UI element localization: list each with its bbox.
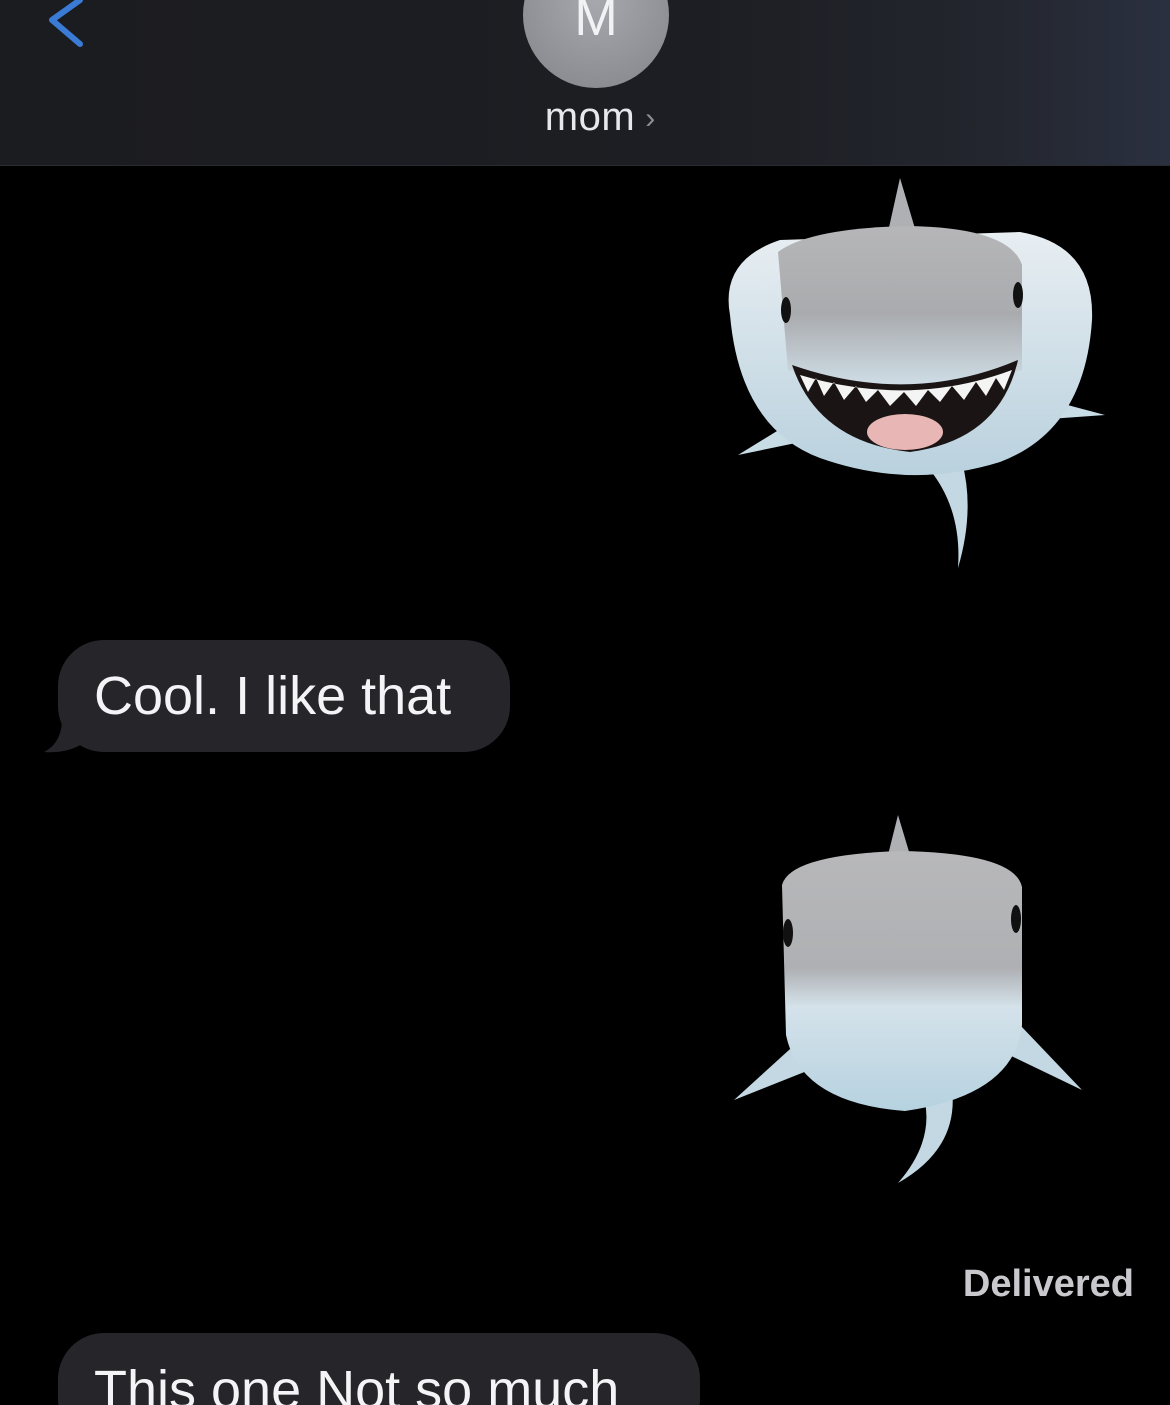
message-text: This one Not so much — [94, 1360, 620, 1405]
chevron-right-icon: › — [645, 101, 656, 135]
message-text: Cool. I like that — [94, 666, 452, 726]
messages-screen: M mom › Cool. I like that Delivered This… — [0, 0, 1170, 1405]
chevron-left-icon — [49, 0, 83, 47]
bubble-tail — [44, 712, 88, 753]
incoming-message-bubble[interactable]: Cool. I like that — [58, 640, 510, 752]
contact-name: mom — [544, 95, 636, 139]
contact-avatar[interactable]: M — [523, 0, 669, 88]
avatar-initial: M — [574, 0, 618, 47]
contact-name-button[interactable]: mom › — [0, 95, 1170, 140]
back-button[interactable] — [40, 0, 100, 50]
incoming-message-bubble[interactable]: This one Not so much — [58, 1333, 700, 1405]
shark-memoji-smiling[interactable] — [700, 170, 1120, 570]
delivery-status: Delivered — [962, 1263, 1134, 1305]
shark-memoji-neutral[interactable] — [730, 815, 1090, 1190]
conversation-header: M mom › — [0, 0, 1170, 166]
